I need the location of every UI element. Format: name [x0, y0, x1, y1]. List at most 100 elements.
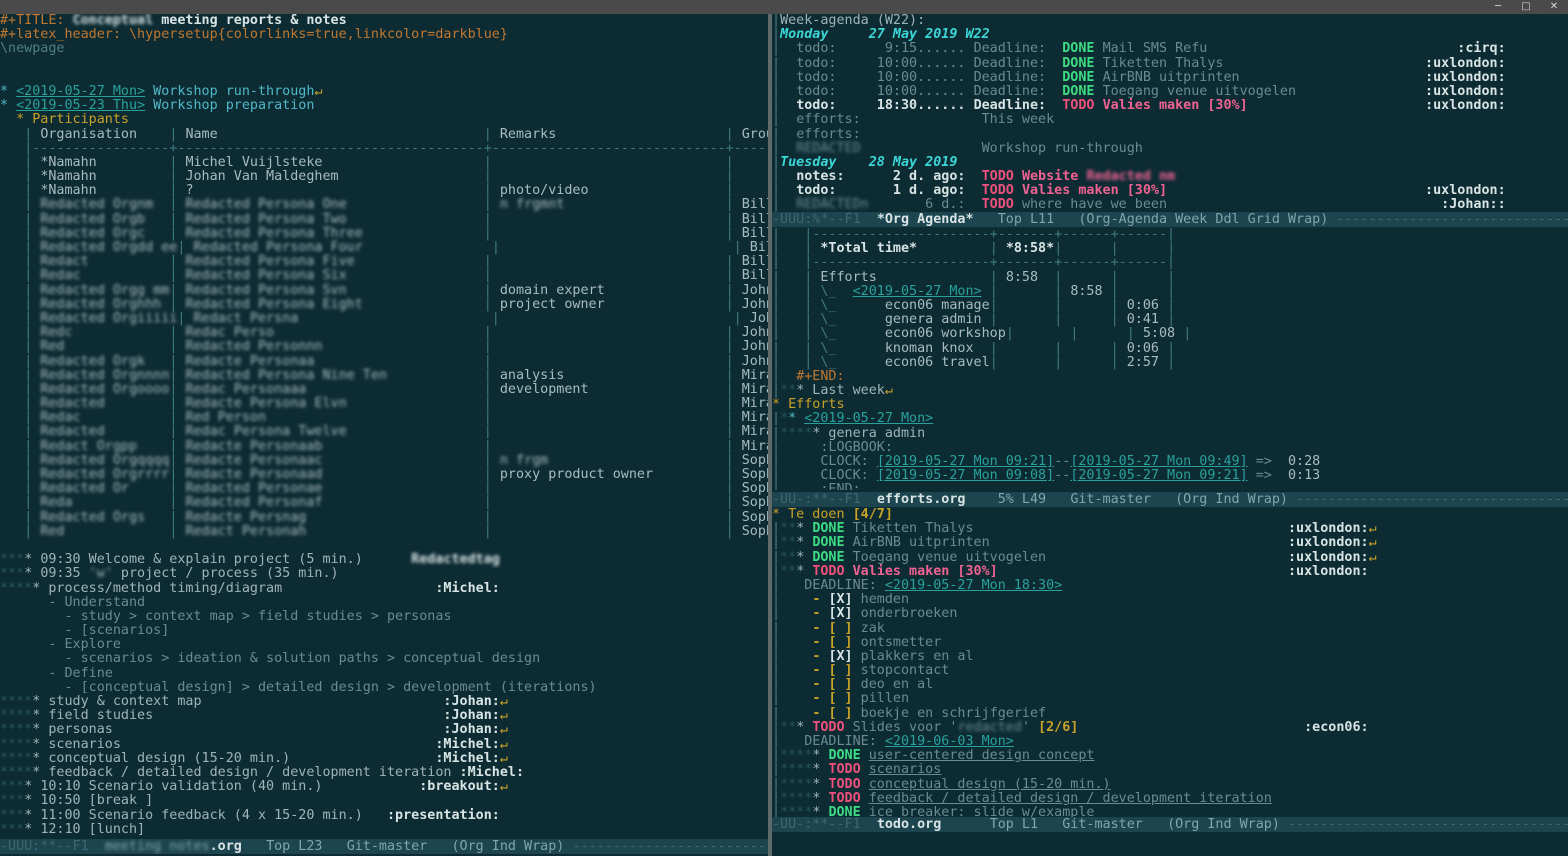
todo-subitem-text[interactable]: user-centered design concept	[869, 748, 1095, 763]
agenda-todo-state[interactable]: DONE	[1062, 41, 1094, 56]
todo-item-text[interactable]: AirBNB uitprinten	[853, 535, 990, 550]
efforts-task-heading[interactable]: * genera admin	[812, 426, 925, 441]
todo-state[interactable]: DONE	[812, 521, 844, 536]
agenda-item-label[interactable]: process/method timing/diagram	[48, 581, 282, 596]
checklist-item-text[interactable]: zak	[853, 621, 885, 636]
todo-subitem-text[interactable]: ice breaker: slide w/example	[869, 805, 1095, 817]
org-tag[interactable]: :Johan:	[443, 694, 499, 709]
agenda-item-label[interactable]: project / process (35 min.)	[113, 566, 339, 581]
agenda-buffer-text[interactable]: |Week-agenda (W22): |Monday 27 May 2019 W…	[772, 14, 1568, 212]
agenda-entry-text[interactable]: Valies maken [30%]	[1022, 183, 1167, 198]
org-tag[interactable]: :uxlondon:	[1288, 564, 1369, 579]
checklist-item-text[interactable]: ontsmetter	[853, 635, 942, 650]
agenda-entry-text[interactable]: Tiketten Thalys	[1103, 56, 1224, 71]
todo-state[interactable]: DONE	[828, 805, 860, 817]
left-modeline[interactable]: -UUU:**--F1 meeting notes.org Top L23 Gi…	[0, 839, 768, 854]
heading-date[interactable]: <2019-05-27 Mon>	[16, 84, 145, 99]
efforts-buffer-text[interactable]: | |----------------------+-------+------…	[772, 228, 1568, 490]
todo-state[interactable]: TODO	[828, 762, 860, 777]
deadline-value[interactable]: <2019-06-03 Mon>	[885, 734, 1014, 749]
agenda-item-label[interactable]: scenarios	[48, 737, 121, 752]
modeline-buffer-name[interactable]: *Org Agenda*	[877, 212, 974, 227]
left-buffer-text[interactable]: #+TITLE: Conceptual meeting reports & no…	[0, 14, 768, 839]
org-tag[interactable]: :uxlondon:	[1288, 550, 1369, 565]
slides-label-end[interactable]: '	[1022, 720, 1038, 735]
heading-text[interactable]: Workshop run-through	[145, 84, 314, 99]
todo-item-text[interactable]: Valies maken [30%]	[853, 564, 998, 579]
heading-date[interactable]: <2019-05-23 Thu>	[16, 98, 145, 113]
todo-item-text[interactable]: Tiketten Thalys	[853, 521, 974, 536]
maximize-button[interactable]: □	[1512, 0, 1540, 14]
org-tag[interactable]: :uxlondon:	[1425, 98, 1506, 113]
agenda-item-label[interactable]: 12:10 [lunch]	[40, 822, 145, 837]
modeline-buffer-name[interactable]: todo.org	[877, 817, 942, 832]
slides-label[interactable]: Slides voor '	[853, 720, 958, 735]
deadline-value[interactable]: <2019-05-27 Mon 18:30>	[885, 578, 1062, 593]
org-tag[interactable]: :Michel:	[460, 765, 525, 780]
todo-state[interactable]: DONE	[812, 550, 844, 565]
modeline-vc[interactable]: Git-master	[347, 839, 428, 854]
agenda-item-label[interactable]: personas	[48, 722, 113, 737]
agenda-item-label[interactable]: 09:30 Welcome & explain project (5 min.)	[40, 552, 362, 567]
agenda-modeline[interactable]: -UUU:%*--F1 *Org Agenda* Top L11 (Org-Ag…	[772, 212, 1568, 227]
minimize-button[interactable]: ─	[1484, 0, 1512, 14]
org-tag[interactable]: :Johan:	[443, 722, 499, 737]
org-tag[interactable]: :uxlondon:	[1425, 56, 1506, 71]
agenda-todo-state[interactable]: DONE	[1062, 56, 1094, 71]
todo-modeline[interactable]: -UU-:**--F1 todo.org Top L1 Git-master (…	[772, 817, 1568, 832]
clock-start[interactable]: [2019-05-27 Mon 09:08]	[877, 468, 1054, 483]
modeline-vc[interactable]: Git-master	[1070, 492, 1151, 507]
org-tag[interactable]: :Johan:	[443, 708, 499, 723]
todo-state[interactable]: TODO	[828, 791, 860, 806]
agenda-item-label[interactable]: conceptual design (15-20 min.)	[48, 751, 290, 766]
checkbox[interactable]: [X]	[828, 592, 852, 607]
todo-state[interactable]: TODO	[828, 777, 860, 792]
checkbox[interactable]: [ ]	[828, 706, 852, 721]
checkbox[interactable]: [ ]	[828, 691, 852, 706]
org-tag[interactable]: Redactedtag	[411, 552, 500, 567]
org-tag[interactable]: :uxlondon:	[1288, 521, 1369, 536]
checklist-item-text[interactable]: hemden	[853, 592, 909, 607]
modeline-buffer-redacted[interactable]: meeting notes	[105, 839, 210, 854]
checklist-item-text[interactable]: deo en al	[853, 677, 934, 692]
agenda-entry-text[interactable]: AirBNB uitprinten	[1103, 70, 1240, 85]
logbook-drawer-open[interactable]: :LOGBOOK:	[820, 440, 893, 455]
todo-subitem-text[interactable]: conceptual design (15-20 min.)	[869, 777, 1111, 792]
checkbox[interactable]: [ ]	[828, 677, 852, 692]
org-tag[interactable]: :presentation:	[387, 808, 500, 823]
agenda-item-label[interactable]: study & context map	[48, 694, 201, 709]
checkbox[interactable]: [ ]	[828, 663, 852, 678]
org-tag[interactable]: :cirq:	[1457, 41, 1505, 56]
checkbox[interactable]: [X]	[828, 606, 852, 621]
agenda-todo-state[interactable]: TODO	[982, 197, 1014, 212]
participants-heading[interactable]: * Participants	[8, 112, 129, 127]
checklist-item-text[interactable]: pillen	[853, 691, 909, 706]
checklist-item-text[interactable]: boekje en schrijfgerief	[853, 706, 1046, 721]
agenda-item-label[interactable]: 11:00 Scenario feedback (4 x 15-20 min.)	[40, 808, 362, 823]
todo-item-text[interactable]: Toegang venue uitvogelen	[853, 550, 1046, 565]
clock-end[interactable]: [2019-05-27 Mon 09:21]	[1070, 468, 1247, 483]
todo-subitem-text[interactable]: scenarios	[869, 762, 942, 777]
agenda-entry-text[interactable]: Valies maken [30%]	[1103, 98, 1248, 113]
clock-start[interactable]: [2019-05-27 Mon 09:21]	[877, 454, 1054, 469]
agenda-item-label[interactable]: 09:35	[40, 566, 88, 581]
org-tag[interactable]: :Michel:	[435, 581, 500, 596]
agenda-entry-text[interactable]: This week	[982, 112, 1055, 127]
todo-state[interactable]: DONE	[828, 748, 860, 763]
agenda-entry-text[interactable]: Website	[1022, 169, 1087, 184]
clock-end[interactable]: [2019-05-27 Mon 09:49]	[1070, 454, 1247, 469]
agenda-item-label[interactable]: field studies	[48, 708, 153, 723]
org-tag[interactable]: :breakout:	[419, 779, 500, 794]
heading-text[interactable]: Workshop preparation	[145, 98, 314, 113]
agenda-todo-state[interactable]: DONE	[1062, 70, 1094, 85]
agenda-todo-state[interactable]: TODO	[1062, 98, 1094, 113]
org-tag[interactable]: :uxlondon:	[1425, 84, 1506, 99]
efforts-heading[interactable]: * Efforts	[772, 397, 845, 412]
modeline-buffer-name[interactable]: efforts.org	[877, 492, 966, 507]
agenda-item-label[interactable]: 10:10 Scenario validation (40 min.)	[40, 779, 322, 794]
org-tag[interactable]: :uxlondon:	[1288, 535, 1369, 550]
org-tag[interactable]: :uxlondon:	[1425, 70, 1506, 85]
todo-section-heading[interactable]: * Te doen	[772, 508, 853, 522]
modeline-buffer-name[interactable]: .org	[210, 839, 242, 854]
agenda-entry-text[interactable]: where have we been	[1022, 197, 1167, 212]
